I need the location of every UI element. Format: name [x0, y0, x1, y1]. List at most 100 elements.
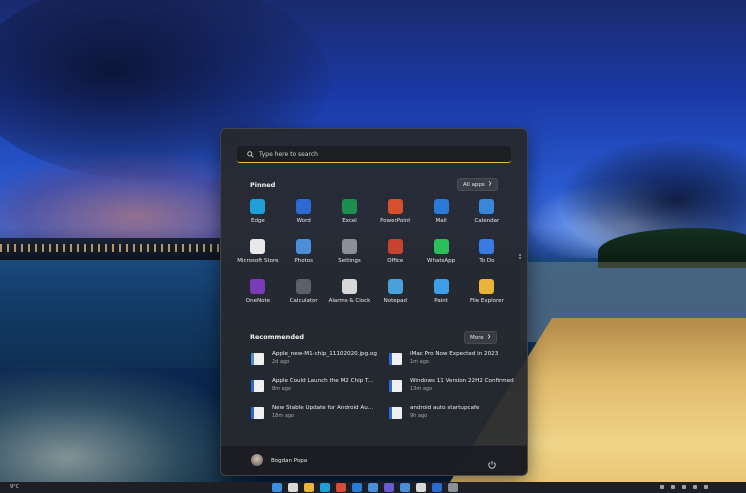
- taskbar-photos-icon[interactable]: [400, 483, 410, 492]
- taskbar-teams-icon[interactable]: [384, 483, 394, 492]
- office-icon: [387, 239, 403, 254]
- recommended-item-time: 1m ago: [410, 359, 429, 365]
- recommended-item-name: android auto startupcafe: [410, 405, 480, 411]
- photos-icon: [296, 239, 312, 254]
- pinned-page-indicator[interactable]: [519, 253, 522, 263]
- pinned-apps-grid: Edge Word Excel PowerPoint Mail Calendar Micro…: [235, 199, 505, 319]
- all-apps-label: All apps: [463, 181, 485, 188]
- pinned-app-label: Alarms & Clock: [328, 298, 371, 304]
- word-file-icon: [251, 407, 264, 419]
- taskbar-file-explorer-icon[interactable]: [304, 483, 314, 492]
- taskbar-edge-icon[interactable]: [320, 483, 330, 492]
- recommended-item-time: 2d ago: [272, 359, 290, 365]
- taskbar-calendar-icon[interactable]: [416, 483, 426, 492]
- recommended-item-time: 8m ago: [272, 386, 291, 392]
- more-label: More: [470, 334, 484, 341]
- pinned-app[interactable]: To Do: [464, 239, 510, 279]
- recommended-item-time: 13m ago: [410, 386, 433, 392]
- recommended-list: Apple_new-M1-chip_11102020.jpg.og 2d ago i…: [251, 351, 514, 432]
- recommended-item[interactable]: android auto startupcafe 9h ago: [389, 405, 507, 432]
- taskbar-mail-icon[interactable]: [352, 483, 362, 492]
- pinned-app-label: OneNote: [245, 298, 270, 304]
- system-tray[interactable]: [660, 485, 708, 489]
- start-search-box[interactable]: [237, 146, 511, 163]
- weather-widget[interactable]: 9°C: [10, 484, 19, 490]
- user-name[interactable]: Bogdan Popa: [271, 458, 307, 464]
- pinned-app[interactable]: Alarms & Clock: [327, 279, 373, 319]
- pinned-title: Pinned: [250, 181, 276, 189]
- taskbar-word-icon[interactable]: [432, 483, 442, 492]
- recommended-item[interactable]: iMac Pro Now Expected in 2023 1m ago: [389, 351, 507, 378]
- avatar[interactable]: [251, 454, 263, 466]
- pinned-app-label: WhatsApp: [427, 258, 456, 264]
- pinned-app[interactable]: PowerPoint: [372, 199, 418, 239]
- gear-icon: [341, 239, 357, 254]
- todo-icon: [479, 239, 495, 254]
- pinned-app[interactable]: Photos: [281, 239, 327, 279]
- pinned-app[interactable]: Settings: [327, 239, 373, 279]
- pinned-app-label: To Do: [479, 258, 495, 264]
- recommended-item[interactable]: Windows 11 Version 22H2 Confirmed 13m ago: [389, 378, 514, 405]
- pinned-app[interactable]: Calculator: [281, 279, 327, 319]
- pinned-app-label: Settings: [338, 258, 361, 264]
- more-button[interactable]: More: [464, 331, 497, 344]
- pinned-app[interactable]: OneNote: [235, 279, 281, 319]
- onenote-icon: [250, 279, 266, 294]
- pinned-app-label: Edge: [250, 218, 265, 224]
- pinned-app[interactable]: Paint: [418, 279, 464, 319]
- notepad-icon: [387, 279, 403, 294]
- word-file-icon: [389, 380, 402, 392]
- taskbar: 9°C: [0, 482, 746, 493]
- word-file-icon: [389, 353, 402, 365]
- taskbar-store-icon[interactable]: [368, 483, 378, 492]
- pinned-app-label: Calendar: [474, 218, 500, 224]
- pinned-app-label: Paint: [434, 298, 448, 304]
- taskbar-search-icon[interactable]: [288, 483, 298, 492]
- chevron-right-icon: [487, 334, 491, 341]
- pinned-app-label: Notepad: [383, 298, 407, 304]
- powerpoint-icon: [387, 199, 403, 214]
- taskbar-start-icon[interactable]: [272, 483, 282, 492]
- mail-icon: [433, 199, 449, 214]
- store-icon: [250, 239, 266, 254]
- recommended-title: Recommended: [250, 333, 305, 341]
- pinned-app[interactable]: Edge: [235, 199, 281, 239]
- pinned-app[interactable]: Notepad: [372, 279, 418, 319]
- pinned-app[interactable]: Word: [281, 199, 327, 239]
- pinned-app[interactable]: Microsoft Store: [235, 239, 281, 279]
- recommended-item-name: Apple Could Launch the M2 Chip T...: [272, 378, 374, 384]
- pinned-app[interactable]: WhatsApp: [418, 239, 464, 279]
- recommended-item-name: iMac Pro Now Expected in 2023: [410, 351, 499, 357]
- pinned-app[interactable]: File Explorer: [464, 279, 510, 319]
- wallpaper-city-lights: [0, 238, 220, 260]
- edge-icon: [250, 199, 266, 214]
- pinned-app[interactable]: Calendar: [464, 199, 510, 239]
- pinned-app-label: Word: [296, 218, 311, 224]
- recommended-item[interactable]: New Stable Update for Android Au... 18m a…: [251, 405, 389, 432]
- taskbar-settings-icon[interactable]: [448, 483, 458, 492]
- whatsapp-icon: [433, 239, 449, 254]
- pinned-app-label: Photos: [294, 258, 313, 264]
- all-apps-button[interactable]: All apps: [457, 178, 498, 191]
- recommended-item[interactable]: Apple_new-M1-chip_11102020.jpg.og 2d ago: [251, 351, 389, 378]
- pinned-app[interactable]: Office: [372, 239, 418, 279]
- pinned-app-label: Office: [387, 258, 404, 264]
- start-menu: Pinned All apps Edge Word Excel PowerPoint M…: [220, 128, 528, 476]
- clock-icon: [341, 279, 357, 294]
- recommended-item-name: New Stable Update for Android Au...: [272, 405, 374, 411]
- taskbar-chrome-icon[interactable]: [336, 483, 346, 492]
- word-icon: [296, 199, 312, 214]
- recommended-item[interactable]: Apple Could Launch the M2 Chip T... 8m ag…: [251, 378, 389, 405]
- word-file-icon: [251, 380, 264, 392]
- pinned-app-label: PowerPoint: [380, 218, 411, 224]
- recommended-item-name: Apple_new-M1-chip_11102020.jpg.og: [272, 351, 377, 357]
- recommended-item-time: 18m ago: [272, 413, 295, 419]
- pinned-app[interactable]: Mail: [418, 199, 464, 239]
- search-icon: [243, 147, 257, 161]
- calculator-icon: [296, 279, 312, 294]
- pinned-app[interactable]: Excel: [327, 199, 373, 239]
- search-input[interactable]: [259, 150, 489, 158]
- power-icon[interactable]: [487, 455, 497, 469]
- pinned-app-label: Mail: [435, 218, 447, 224]
- pinned-app-label: File Explorer: [469, 298, 504, 304]
